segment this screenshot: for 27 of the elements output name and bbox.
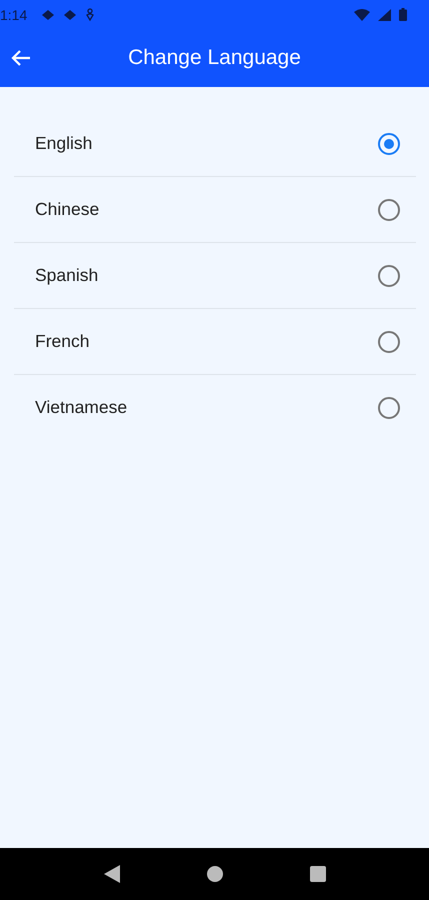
screen-title: Change Language (128, 46, 301, 70)
accessibility-icon (85, 8, 96, 22)
notification-icon (41, 8, 56, 20)
battery-icon (399, 8, 407, 21)
language-option[interactable]: French (14, 309, 416, 375)
language-name: Spanish (35, 265, 98, 286)
radio-button[interactable] (378, 198, 400, 220)
home-icon[interactable] (206, 866, 222, 882)
radio-button[interactable] (378, 132, 400, 154)
language-name: Vietnamese (35, 397, 128, 418)
notification-icon (63, 8, 78, 20)
language-option[interactable]: Chinese (14, 177, 416, 243)
signal-icon (378, 8, 391, 20)
language-option[interactable]: Spanish (14, 243, 416, 309)
language-option[interactable]: Vietnamese (14, 375, 416, 440)
language-option[interactable]: English (14, 111, 416, 177)
back-arrow-icon[interactable] (11, 49, 31, 67)
language-name: Chinese (35, 199, 100, 220)
language-name: French (35, 331, 90, 352)
radio-button[interactable] (378, 396, 400, 418)
radio-button[interactable] (378, 330, 400, 352)
radio-button[interactable] (378, 264, 400, 286)
status-time: 1:14 (0, 6, 28, 22)
back-icon[interactable] (104, 865, 120, 883)
language-name: English (35, 133, 92, 154)
recents-icon[interactable] (310, 866, 326, 882)
wifi-icon (354, 8, 370, 20)
